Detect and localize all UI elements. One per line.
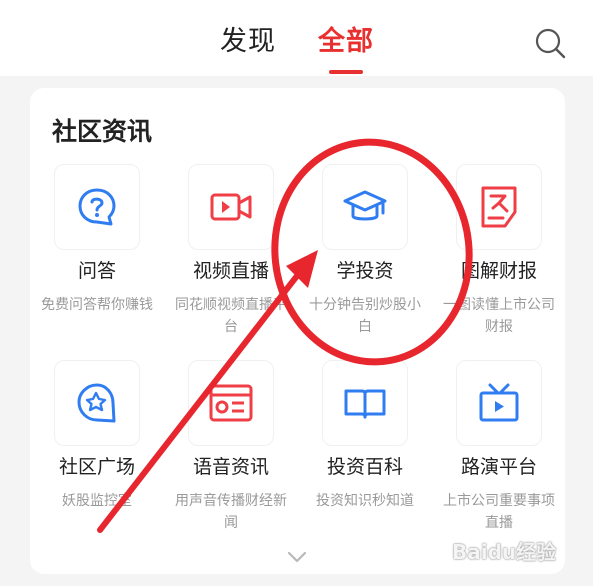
item-title: 语音资讯 [192,456,269,478]
grid-item-learn-invest[interactable]: 学投资 十分钟告别炒股小白 [298,164,432,354]
grid-item-video-live[interactable]: 视频直播 同花顺视频直播平台 [164,164,298,354]
question-bubble-icon [78,188,116,226]
grid-item-invest-encyclopedia[interactable]: 投资百科 投资知识秒知道 [298,360,432,550]
graduation-cap-icon [343,190,387,221]
item-title: 问答 [77,260,116,282]
item-title: 视频直播 [192,260,269,282]
open-book-icon [344,389,386,419]
community-news-card: 社区资讯 问答 免费问答帮你赚钱 视频直播 同花顺视频直播平台 学投资 十分钟告… [30,88,565,574]
icon-box [322,360,408,446]
star-bubble-icon [77,383,116,423]
search-icon[interactable] [533,26,567,60]
active-tab-indicator [329,70,363,74]
icon-box [322,164,408,250]
grid-item-qa[interactable]: 问答 免费问答帮你赚钱 [30,164,164,354]
grid-item-voice-news[interactable]: 语音资讯 用声音传播财经新闻 [164,360,298,550]
tab-all[interactable]: 全部 [318,24,374,60]
item-desc: 十分钟告别炒股小白 [309,297,421,335]
grid-item-illustrated-report[interactable]: 图解财报 一图读懂上市公司财报 [432,164,566,354]
watermark: Baidu经验 [452,540,557,564]
item-desc: 上市公司重要事项直播 [443,493,555,531]
item-desc: 免费问答帮你赚钱 [41,297,153,313]
icon-box [54,360,140,446]
grid-item-roadshow[interactable]: 路演平台 上市公司重要事项直播 [432,360,566,550]
icon-box [188,360,274,446]
item-title: 学投资 [336,260,394,282]
tv-icon [479,383,519,422]
item-desc: 一图读懂上市公司财报 [443,297,555,335]
section-title: 社区资讯 [52,117,153,146]
item-desc: 投资知识秒知道 [316,493,414,509]
video-camera-icon [210,193,252,221]
tab-discover[interactable]: 发现 [220,24,276,60]
item-desc: 用声音传播财经新闻 [175,493,287,531]
chevron-down-icon[interactable] [286,550,308,564]
item-desc: 妖股监控室 [62,493,132,509]
icon-box [188,164,274,250]
top-navigation: 发现 全部 [0,0,593,76]
icon-box [456,360,542,446]
icon-box [456,164,542,250]
item-title: 路演平台 [460,456,537,478]
radio-icon [209,384,253,422]
grid-item-community-square[interactable]: 社区广场 妖股监控室 [30,360,164,550]
chart-report-icon [481,186,517,228]
icon-box [54,164,140,250]
item-title: 投资百科 [326,456,403,478]
item-title: 图解财报 [460,260,537,282]
item-desc: 同花顺视频直播平台 [175,297,287,335]
item-title: 社区广场 [58,456,135,478]
